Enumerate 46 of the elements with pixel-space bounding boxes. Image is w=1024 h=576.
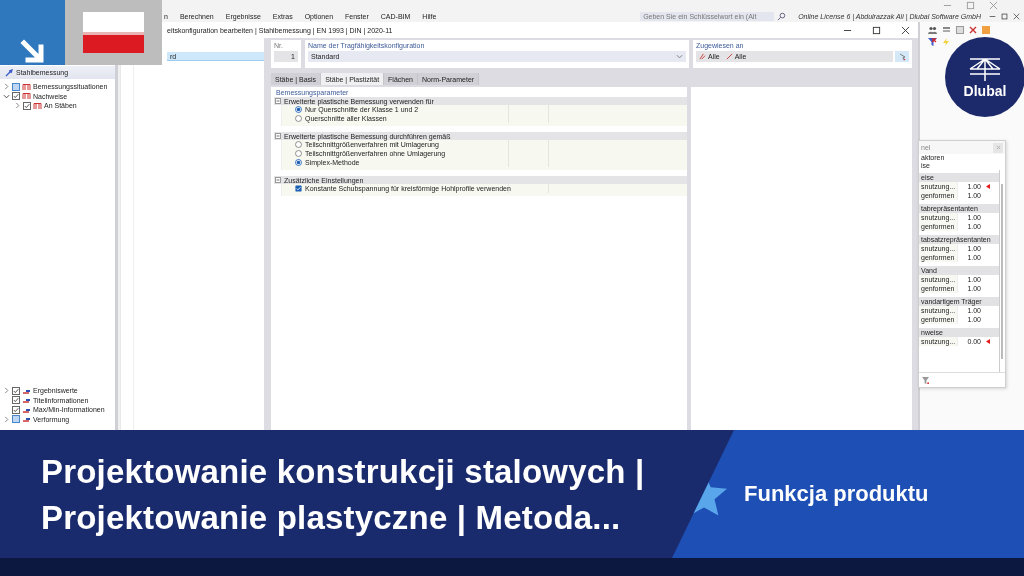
unchecked-checkbox-icon[interactable] bbox=[12, 82, 20, 91]
line-icon bbox=[725, 53, 733, 60]
collapse-icon[interactable] bbox=[275, 98, 281, 104]
frame-icon bbox=[22, 92, 31, 101]
select-button[interactable] bbox=[895, 51, 909, 62]
radio-selected-icon[interactable] bbox=[295, 159, 302, 166]
banner-title-line: Projektowanie plastyczne | Metoda... bbox=[41, 498, 622, 538]
arrow-icon bbox=[19, 39, 46, 65]
filter-icon[interactable] bbox=[922, 376, 929, 384]
close-icon bbox=[995, 145, 1001, 150]
cross-icon[interactable] bbox=[969, 26, 977, 34]
badge-text: Funkcja produktu bbox=[744, 481, 929, 507]
radio-icon[interactable] bbox=[295, 150, 302, 157]
radio-selected-icon[interactable] bbox=[295, 106, 302, 113]
filter-icon[interactable] bbox=[928, 38, 937, 46]
chevron-down-icon[interactable] bbox=[3, 92, 10, 100]
frame-icon bbox=[33, 101, 42, 110]
flag-drawing bbox=[83, 12, 144, 53]
banner-title-line: Projektowanie konstrukcji stalowych | bbox=[41, 452, 646, 492]
radio-icon[interactable] bbox=[295, 141, 302, 148]
search-icon[interactable] bbox=[777, 11, 787, 21]
radio-icon[interactable] bbox=[295, 115, 302, 122]
checked-checkbox-icon[interactable] bbox=[12, 92, 20, 101]
caret-icon bbox=[676, 54, 683, 59]
stack-icon[interactable] bbox=[942, 26, 951, 34]
result-icon bbox=[22, 396, 31, 405]
close-icon[interactable] bbox=[1013, 12, 1020, 20]
grid-icon[interactable] bbox=[956, 26, 964, 34]
close-button[interactable] bbox=[993, 142, 1003, 153]
bridge-icon bbox=[969, 57, 1001, 82]
logo-text: Dlubal bbox=[963, 83, 1007, 99]
collapse-icon[interactable] bbox=[275, 133, 281, 139]
collapse-icon[interactable] bbox=[275, 177, 281, 183]
people-icon[interactable] bbox=[928, 26, 937, 34]
maximize-icon[interactable] bbox=[872, 25, 881, 35]
result-icon bbox=[22, 415, 31, 424]
cursor-icon bbox=[898, 52, 906, 61]
checked-checkbox-icon[interactable] bbox=[12, 396, 20, 405]
checked-checkbox-icon[interactable] bbox=[12, 386, 20, 395]
unchecked-checkbox-icon[interactable] bbox=[12, 415, 20, 424]
checked-checkbox-icon[interactable] bbox=[12, 405, 20, 414]
checked-checkbox-icon[interactable] bbox=[23, 101, 31, 110]
lines-icon bbox=[699, 53, 706, 60]
frame-icon bbox=[22, 82, 31, 91]
steel-design-icon bbox=[5, 68, 13, 77]
close-icon[interactable] bbox=[901, 25, 910, 35]
